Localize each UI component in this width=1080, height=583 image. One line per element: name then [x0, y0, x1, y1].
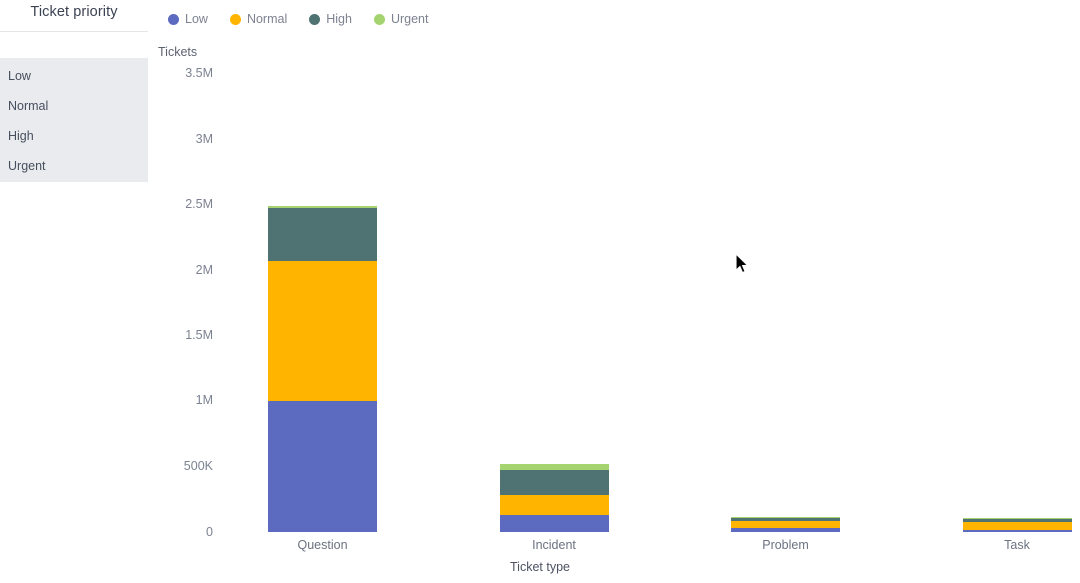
x-axis-title: Ticket type [510, 560, 570, 574]
y-axis-title: Tickets [158, 45, 198, 59]
x-axis-tick-label: Task [1004, 538, 1030, 552]
bar-segment-low[interactable] [731, 528, 840, 532]
bar-segment-urgent[interactable] [962, 518, 1072, 520]
bar-segment-high[interactable] [499, 469, 609, 495]
x-axis-tick-label: Incident [532, 538, 576, 552]
y-axis-tick-label: 1M [195, 393, 213, 407]
bar-segment-normal[interactable] [268, 260, 377, 401]
y-axis-tick-label: 0 [206, 525, 213, 539]
y-axis-tick-label: 3.5M [185, 66, 213, 80]
bar-segment-urgent[interactable] [499, 464, 609, 470]
bar-segment-normal[interactable] [962, 521, 1072, 530]
bar-segment-urgent[interactable] [268, 206, 377, 209]
bar-segment-low[interactable] [499, 514, 609, 532]
bar-segment-urgent[interactable] [731, 516, 840, 518]
bar-incident[interactable] [499, 464, 609, 532]
bar-task[interactable] [962, 518, 1072, 532]
bar-segment-high[interactable] [731, 517, 840, 521]
y-axis-tick-label: 2.5M [185, 197, 213, 211]
stacked-bar-chart: Tickets 3.5M 3M 2.5M 2M 1.5M 1M 500K 0 Question… [0, 0, 1080, 583]
y-axis-tick-label: 500K [183, 459, 213, 473]
x-axis-tick-label: Question [297, 538, 348, 552]
bar-segment-high[interactable] [268, 208, 377, 261]
y-axis-tick-label: 2M [195, 263, 213, 277]
bar-segment-high[interactable] [962, 519, 1072, 522]
bar-segment-normal[interactable] [499, 494, 609, 515]
x-axis-tick-label: Problem [762, 538, 809, 552]
y-axis-tick-label: 1.5M [185, 328, 213, 342]
chart-page: Ticket priority Low Normal High Urgent L… [0, 0, 1080, 583]
bar-segment-normal[interactable] [731, 520, 840, 529]
bar-segment-low[interactable] [962, 529, 1072, 532]
bar-question[interactable] [268, 206, 377, 532]
y-axis-tick-label: 3M [195, 132, 213, 146]
bar-segment-low[interactable] [268, 400, 377, 532]
bar-problem[interactable] [731, 516, 840, 532]
